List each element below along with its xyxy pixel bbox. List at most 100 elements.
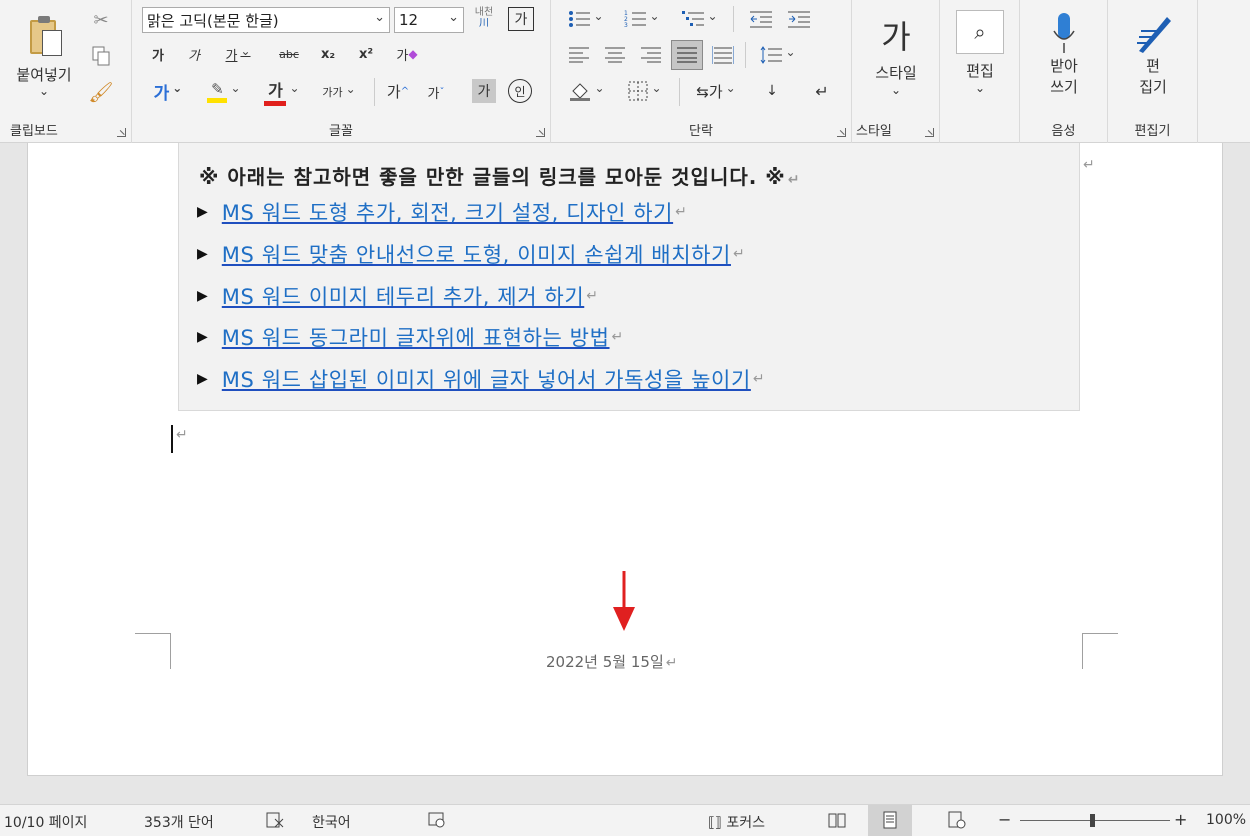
web-layout-icon[interactable]: [948, 811, 966, 829]
text-cursor: [171, 425, 173, 453]
ribbon: 붙여넣기 ⌄ ✂ 🖌 클립보드 맑은 고딕(본문 한글) ⌄ 12 ⌄ 내천 川…: [0, 0, 1250, 143]
phonetic-top: 내천: [474, 7, 494, 18]
clear-formatting-button[interactable]: 가 ◆: [392, 42, 422, 66]
word-count[interactable]: 353개 단어: [144, 812, 214, 832]
paragraph-mark: ↵: [611, 329, 624, 345]
paste-button[interactable]: 붙여넣기 ⌄: [4, 4, 84, 104]
grow-font-label: 가: [386, 82, 401, 101]
change-case-button[interactable]: 가가: [316, 80, 362, 104]
proofing-icon[interactable]: [266, 811, 284, 829]
borders-button[interactable]: [621, 78, 669, 104]
red-arrow-icon: [613, 571, 635, 631]
char-border-button[interactable]: 가: [508, 7, 534, 31]
align-right-icon: [641, 47, 661, 63]
font-color-label: 가: [264, 77, 287, 106]
distributed-icon: [712, 46, 734, 64]
zoom-slider[interactable]: [1020, 820, 1170, 821]
document-area[interactable]: ※ 아래는 참고하면 좋을 만한 글들의 링크를 모아둔 것입니다. ※ ↵ ▶ …: [0, 143, 1250, 804]
styles-launcher-icon[interactable]: [925, 128, 934, 137]
paragraph-marks-button[interactable]: ↵: [807, 78, 837, 104]
eraser-icon: ◆: [408, 47, 418, 61]
decrease-indent-button[interactable]: [747, 6, 775, 32]
zoom-slider-thumb[interactable]: [1090, 814, 1095, 827]
justify-icon: [677, 47, 697, 63]
editor-pen-icon: [1137, 17, 1171, 53]
link-box-title: ※ 아래는 참고하면 좋을 만한 글들의 링크를 모아둔 것입니다. ※ ↵: [199, 161, 800, 190]
link-smart-guides[interactable]: MS 워드 맞춤 안내선으로 도형, 이미지 손쉽게 배치하기: [222, 239, 731, 269]
clipboard-group: 붙여넣기 ⌄ ✂ 🖌 클립보드: [0, 0, 132, 143]
font-size-combo[interactable]: 12 ⌄: [394, 7, 464, 33]
numbering-button[interactable]: 123: [619, 6, 665, 32]
editor-button[interactable]: 편 집기: [1120, 4, 1186, 104]
document-page[interactable]: ※ 아래는 참고하면 좋을 만한 글들의 링크를 모아둔 것입니다. ※ ↵ ▶ …: [27, 143, 1223, 776]
increase-indent-button[interactable]: [785, 6, 813, 32]
font-launcher-icon[interactable]: [536, 128, 545, 137]
align-right-button[interactable]: [637, 42, 665, 68]
margin-marker-right: [1082, 633, 1118, 669]
dictate-button[interactable]: 받아 쓰기: [1032, 4, 1096, 104]
focus-mode[interactable]: ⟦⟧ 포커스: [708, 812, 765, 832]
distributed-button[interactable]: [709, 42, 737, 68]
link-circle-text[interactable]: MS 워드 동그라미 글자위에 표현하는 방법: [222, 322, 610, 352]
focus-label: 포커스: [726, 815, 765, 831]
multilevel-list-button[interactable]: [677, 6, 723, 32]
phonetic-guide-button[interactable]: 내천 川: [470, 4, 498, 32]
list-item: ▶ MS 워드 맞춤 안내선으로 도형, 이미지 손쉽게 배치하기 ↵: [197, 239, 745, 269]
paragraph-mark: ↵: [665, 655, 678, 671]
link-shapes[interactable]: MS 워드 도형 추가, 회전, 크기 설정, 디자인 하기: [222, 197, 673, 227]
grow-font-button[interactable]: 가 ^: [384, 78, 412, 104]
text-effects-label: 가: [153, 83, 170, 104]
editor-group: 편 집기 편집기: [1108, 0, 1198, 143]
font-name-combo[interactable]: 맑은 고딕(본문 한글) ⌄: [142, 7, 390, 33]
sort-icon: ↓: [766, 83, 778, 99]
zoom-out-button[interactable]: −: [998, 810, 1011, 829]
print-layout-button[interactable]: [868, 805, 912, 836]
strikethrough-button[interactable]: abc: [272, 42, 306, 66]
char-shading-button[interactable]: 가: [472, 79, 496, 103]
justify-button[interactable]: [671, 40, 703, 70]
subscript-button[interactable]: x₂: [316, 42, 340, 66]
language-indicator[interactable]: 한국어: [312, 812, 351, 832]
status-bar: 10/10 페이지 353개 단어 한국어 ⟦⟧ 포커스 − + 100%: [0, 804, 1250, 836]
clipboard-launcher-icon[interactable]: [117, 128, 126, 137]
shading-button[interactable]: [563, 78, 611, 104]
shrink-font-label: 가: [427, 86, 440, 102]
paragraph-launcher-icon[interactable]: [837, 128, 846, 137]
text-direction-button[interactable]: ⇆가: [689, 78, 743, 104]
superscript-button[interactable]: x²: [354, 42, 378, 66]
enclose-char-button[interactable]: 인: [508, 79, 532, 103]
clear-formatting-label: 가: [396, 48, 409, 64]
editing-group: ⌕ 편집 ⌄: [940, 0, 1020, 143]
italic-button[interactable]: 가: [182, 42, 206, 66]
format-painter-icon[interactable]: 🖌: [88, 80, 114, 104]
align-left-button[interactable]: [565, 42, 593, 68]
link-image-border[interactable]: MS 워드 이미지 테두리 추가, 제거 하기: [222, 281, 584, 311]
line-spacing-button[interactable]: [755, 42, 801, 68]
link-text-over-image[interactable]: MS 워드 삽입된 이미지 위에 글자 넣어서 가독성을 높이기: [222, 364, 751, 394]
read-mode-icon[interactable]: [828, 811, 846, 829]
copy-icon[interactable]: [88, 44, 114, 68]
bullets-icon: [569, 11, 591, 27]
accessibility-icon[interactable]: [428, 811, 446, 829]
sort-button[interactable]: ↓: [757, 78, 787, 104]
page-count[interactable]: 10/10 페이지: [4, 812, 87, 832]
styles-label: 스타일: [875, 63, 917, 82]
bullets-button[interactable]: [563, 6, 609, 32]
zoom-in-button[interactable]: +: [1174, 810, 1187, 829]
zoom-level[interactable]: 100%: [1206, 812, 1246, 828]
underline-button[interactable]: 가: [216, 42, 260, 66]
styles-icon: 가: [881, 17, 911, 56]
font-color-button[interactable]: 가: [258, 77, 306, 106]
underline-label: 가: [225, 48, 238, 64]
styles-button[interactable]: 가 스타일 ⌄: [858, 4, 934, 104]
cut-icon[interactable]: ✂: [88, 8, 114, 32]
align-left-icon: [569, 47, 589, 63]
shrink-font-button[interactable]: 가ˇ: [422, 80, 450, 104]
borders-icon: [628, 81, 648, 101]
highlight-button[interactable]: ✎: [200, 78, 248, 104]
editor-label-2: 집기: [1139, 78, 1167, 96]
text-effects-button[interactable]: 가: [144, 78, 192, 104]
align-center-button[interactable]: [601, 42, 629, 68]
editing-button[interactable]: ⌕ 편집 ⌄: [954, 4, 1006, 100]
bold-button[interactable]: 가: [146, 42, 170, 66]
